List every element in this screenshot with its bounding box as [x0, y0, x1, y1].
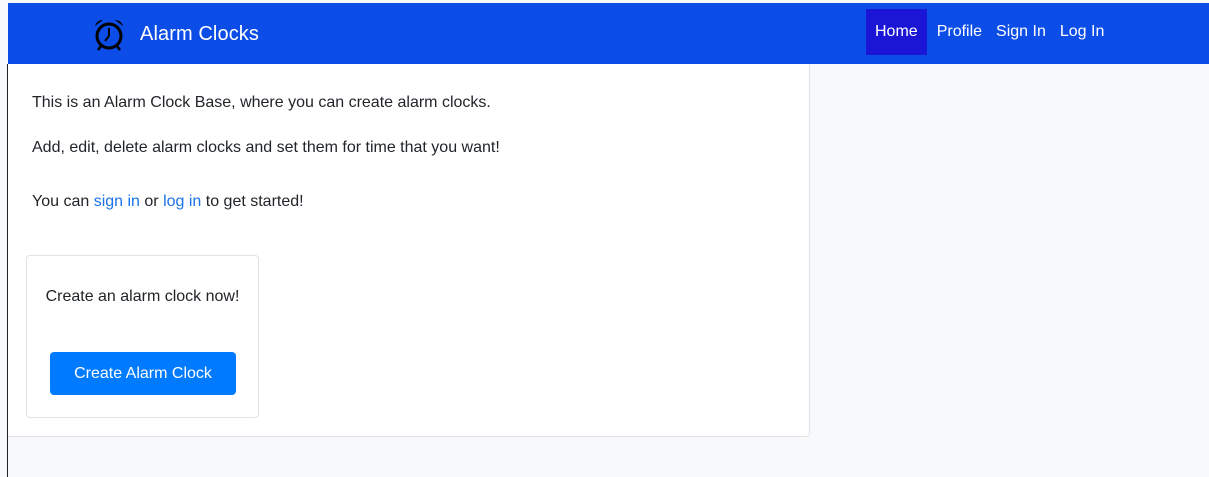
create-alarm-card: Create an alarm clock now! Create Alarm … — [26, 255, 259, 418]
brand-link[interactable]: Alarm Clocks — [92, 16, 259, 52]
create-alarm-prompt: Create an alarm clock now! — [45, 288, 240, 305]
intro-line-3-prefix: You can — [32, 193, 94, 210]
nav-link-sign-in[interactable]: Sign In — [989, 9, 1053, 55]
brand-title: Alarm Clocks — [140, 22, 259, 45]
nav-link-log-in[interactable]: Log In — [1053, 9, 1111, 55]
intro-line-3-middle: or — [139, 193, 164, 210]
log-in-link[interactable]: log in — [163, 193, 201, 210]
main-content-card: This is an Alarm Clock Base, where you c… — [8, 64, 810, 437]
intro-line-3: You can sign in or log in to get started… — [32, 192, 304, 212]
intro-line-2: Add, edit, delete alarm clocks and set t… — [32, 139, 500, 156]
create-alarm-clock-button[interactable]: Create Alarm Clock — [50, 352, 236, 395]
intro-line-1: This is an Alarm Clock Base, where you c… — [32, 94, 491, 111]
intro-line-3-suffix: to get started! — [201, 193, 304, 210]
alarm-clock-icon — [95, 19, 123, 51]
sign-in-link[interactable]: sign in — [94, 193, 140, 210]
nav-link-profile[interactable]: Profile — [930, 9, 989, 55]
nav-links: Home Profile Sign In Log In — [866, 9, 1111, 55]
nav-link-home[interactable]: Home — [866, 9, 927, 55]
top-navbar: Alarm Clocks Home Profile Sign In Log In — [8, 3, 1209, 64]
